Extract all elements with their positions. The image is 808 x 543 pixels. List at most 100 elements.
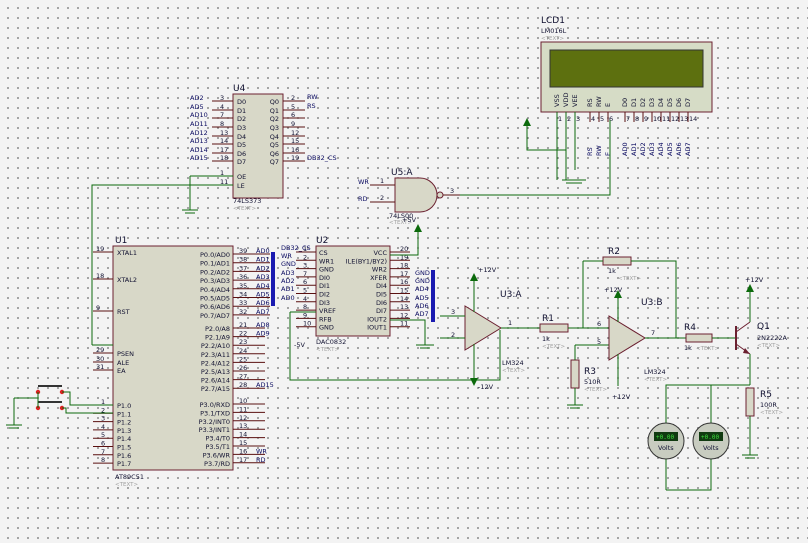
q1-ref: Q1 xyxy=(757,322,770,332)
u1-pin-p0-6: P0.6/AD6 xyxy=(200,303,230,311)
u1-net-p0-4: AD4 xyxy=(256,282,270,290)
lcd-part: LM016L xyxy=(541,27,567,35)
u1-pin-p1-2: P1.2 xyxy=(117,419,131,427)
u1-net-p0-5: AD5 xyxy=(256,291,270,299)
u1-net-p0-7: AD7 xyxy=(256,308,270,316)
u5-pin-3: 3 xyxy=(450,187,454,195)
u1-pin-num-p2-7: 28 xyxy=(239,381,247,389)
u3a-vneg: -12V xyxy=(478,383,494,391)
lcd-pin-12: D6 xyxy=(675,98,683,107)
q1-transistor[interactable]: Q1 2N2222A <TEXT> +12V xyxy=(735,276,788,385)
u2-pin-num-right-1: 19 xyxy=(400,253,408,261)
u1-text: <TEXT> xyxy=(115,482,138,488)
lcd-net-6: AD3 xyxy=(648,142,656,156)
u4-pin-d3: D3 xyxy=(237,124,246,132)
u2-pin-num-right-0: 20 xyxy=(400,245,408,253)
u4-part: 74LS373 xyxy=(233,197,261,205)
lcd-pin-num-3: 4 xyxy=(591,115,595,123)
u1-microcontroller[interactable]: U1 AT89C51 <TEXT> XTAL1 19 XTAL2 18 RST 9 PSEN… xyxy=(93,236,274,488)
u4-pin-num-left-1: 4 xyxy=(220,103,224,111)
u2-pin-right-5: DI5 xyxy=(376,291,387,299)
u4-net-6: AD14 xyxy=(190,146,208,154)
u3a-part: LM324 xyxy=(502,359,524,367)
lcd-screen xyxy=(549,49,704,88)
u4-pin-q0: Q0 xyxy=(270,98,279,106)
u1-pin-num-p3-5: 15 xyxy=(239,439,247,447)
u1-pin-num-p2-2: 23 xyxy=(239,338,247,346)
u1-pin-p3-0: P3.0/RXD xyxy=(200,401,230,409)
u3b-vpos: +12V xyxy=(604,286,623,294)
u1-pin-p0-4: P0.4/AD4 xyxy=(200,286,230,294)
u2-pin-left-1: WR1 xyxy=(319,257,334,265)
u2-part: DAC0832 xyxy=(316,338,346,346)
u2-dac[interactable]: U2 DAC0832 <TEXT> CS VCC1 20WR1 ILE(BY1/BY2… xyxy=(281,216,501,381)
u4-net-3: AD11 xyxy=(190,120,208,128)
r3-resistor[interactable]: R3 510R <TEXT> xyxy=(567,344,609,409)
u5-nand-gate[interactable]: U5:A 74LS00 <TEXT> WR RD 1 2 3 xyxy=(358,120,611,226)
lcd-module[interactable]: LCD1 LM016L <TEXT> VSS1VDD2VEE3RS4RW5E6D… xyxy=(523,16,713,184)
lcd-pin-num-6: 7 xyxy=(626,115,630,123)
u4-pin-num-left-2: 7 xyxy=(220,111,224,119)
u1-pin-num-p1-3: 4 xyxy=(101,423,105,431)
u1-pin-ale: ALE xyxy=(117,359,129,367)
u1-pin-p2-0: P2.0/A8 xyxy=(205,325,230,333)
u4-pin-num-left-7: 18 xyxy=(220,154,228,162)
u5-pin-1: 1 xyxy=(380,177,384,185)
u4-pin-num-right-3: 9 xyxy=(291,120,295,128)
u1-pin-p3-7: P3.7/RD xyxy=(204,460,230,468)
u4-pin-num-right-7: 19 xyxy=(291,154,299,162)
voltmeter-2-label: Volts xyxy=(703,444,719,452)
voltmeter-1-display: +0.00 xyxy=(656,434,674,441)
u4-pin-q5: Q5 xyxy=(270,141,279,149)
lcd-pin-6: D0 xyxy=(621,98,629,107)
lcd-text: <TEXT> xyxy=(541,36,564,42)
u1-pin-num-p3-4: 14 xyxy=(239,431,247,439)
u1-pin-p3-4: P3.4/T0 xyxy=(205,435,230,443)
u3a-ref: U3:A xyxy=(500,290,522,300)
r5-resistor[interactable]: R5 100R <TEXT> xyxy=(742,387,783,459)
u1-pin-num-p0-5: 34 xyxy=(239,291,247,299)
u4-net-2: AD10 xyxy=(190,111,208,119)
u1-pin-p2-6: P2.6/A14 xyxy=(201,377,230,385)
u1-pin-num-p3-1: 11 xyxy=(239,405,247,413)
u3a-opamp[interactable]: U3:A LM324 <TEXT> 3 2 1 +12V -12V xyxy=(440,266,540,391)
button-ground-wire xyxy=(13,392,39,425)
u4-net-5: AD13 xyxy=(190,137,208,145)
r4-value: 1k xyxy=(684,344,692,352)
u1-net-p2-0: AD8 xyxy=(256,321,270,329)
r5-ref: R5 xyxy=(760,390,772,400)
u1-net-p0-6: AD6 xyxy=(256,299,270,307)
u1-pin-num-p0-1: 38 xyxy=(239,256,247,264)
u2-pin-num-right-7: 13 xyxy=(400,303,408,311)
u1-pin-num-p2-0: 21 xyxy=(239,321,247,329)
u1-pin-num-p2-1: 22 xyxy=(239,330,247,338)
u2-pin-num-left-3: 7 xyxy=(303,270,307,278)
u5-net-wr: WR xyxy=(358,178,369,186)
u1-pin-p2-4: P2.4/A12 xyxy=(201,359,230,367)
u2-pin-right-6: DI6 xyxy=(376,299,387,307)
u1-pin-xtal2: XTAL2 xyxy=(117,276,137,284)
lcd-pin-0: VSS xyxy=(553,94,561,107)
u3b-opamp[interactable]: U3:B LM324 <TEXT> 6 5 7 +12V +12V xyxy=(597,286,686,401)
u4-pin-num-right-2: 6 xyxy=(291,111,295,119)
u1-pin-p1-6: P1.6 xyxy=(117,452,131,460)
r4-resistor[interactable]: R4 1k <TEXT> xyxy=(684,323,735,352)
u2-pin-left-2: GND xyxy=(319,266,334,274)
u1-pin-num-p3-7: 17 xyxy=(239,456,247,464)
u4-pin-d4: D4 xyxy=(237,133,246,141)
u2-net-left-5: AD1 xyxy=(281,285,295,293)
lcd-net-7: AD4 xyxy=(657,142,665,156)
u2-pin-right-0: VCC xyxy=(373,249,387,257)
u1-pin-p0-5: P0.5/AD5 xyxy=(200,295,230,303)
voltmeter-2[interactable]: +0.00 Volts xyxy=(692,422,730,460)
u4-latch[interactable]: U4 74LS373 <TEXT> AD2 3 D0 Q0 2 AD5 4 D1 Q1 5 AD10… xyxy=(190,84,337,212)
u2-pin-right-1: ILE(BY1/BY2) xyxy=(346,257,387,265)
u1-pin-num-p0-2: 37 xyxy=(239,264,247,272)
u2-pin-num-left-4: 6 xyxy=(303,278,307,286)
u2-net-left-4: AD2 xyxy=(281,277,295,285)
u4-pin-d0: D0 xyxy=(237,98,246,106)
u4-net-7: AD15 xyxy=(190,154,208,162)
u3b-pin-6: 6 xyxy=(597,320,601,328)
q1-vcc: +12V xyxy=(745,276,764,284)
r2-text: <TEXT> xyxy=(618,276,641,282)
